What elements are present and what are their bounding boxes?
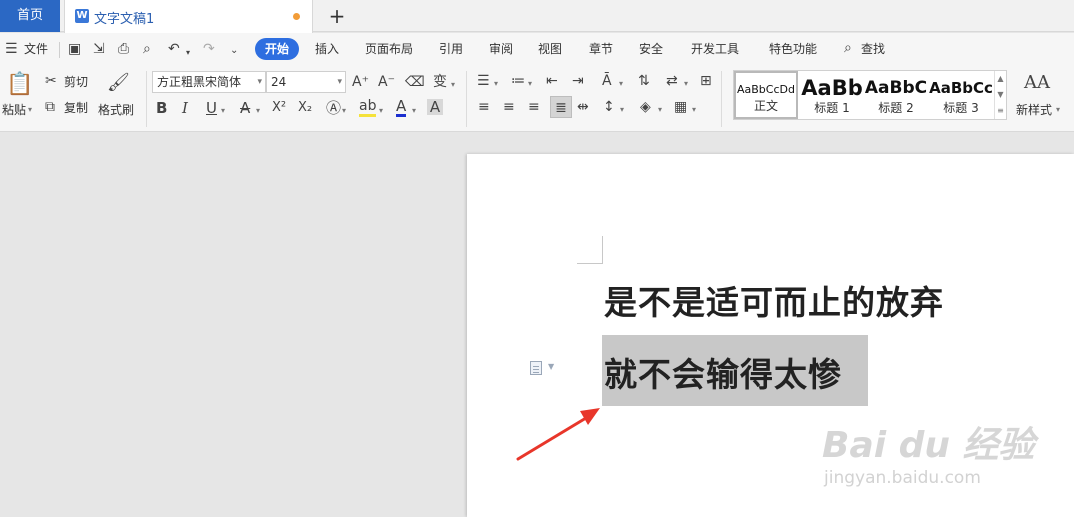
watermark-logo-text: Bai du 经验 xyxy=(822,425,1035,466)
watermark-url: jingyan.baidu.com xyxy=(824,468,981,488)
baidu-watermark: Bai du 经验 jingyan.baidu.com xyxy=(822,402,1035,498)
